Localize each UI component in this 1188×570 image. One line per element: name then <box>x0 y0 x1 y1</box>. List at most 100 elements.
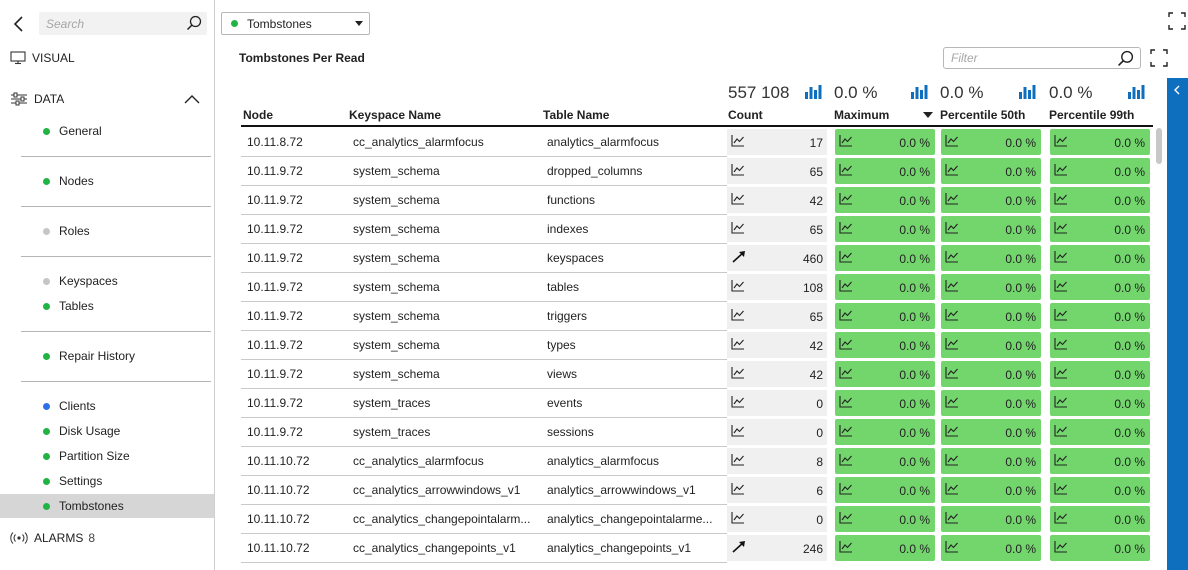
summary-maximum-chart-button[interactable] <box>910 82 930 104</box>
line-chart-icon[interactable] <box>1054 453 1068 469</box>
sidebar-item-tables[interactable]: Tables <box>0 294 214 318</box>
table-row[interactable]: 10.11.10.72 cc_analytics_alarmfocus analyt… <box>241 447 1153 476</box>
line-chart-icon[interactable] <box>731 192 745 208</box>
line-chart-icon[interactable] <box>945 424 959 440</box>
line-chart-icon[interactable] <box>731 337 745 353</box>
table-row[interactable]: 10.11.9.72 system_schema keyspaces 460 0.0 %… <box>241 244 1153 273</box>
line-chart-icon[interactable] <box>839 221 853 237</box>
line-chart-icon[interactable] <box>839 482 853 498</box>
line-chart-icon[interactable] <box>945 221 959 237</box>
line-chart-icon[interactable] <box>839 511 853 527</box>
panel-fullscreen-button[interactable] <box>1150 49 1168 70</box>
line-chart-icon[interactable] <box>839 250 853 266</box>
line-chart-icon[interactable] <box>1054 250 1068 266</box>
table-row[interactable]: 10.11.10.72 cc_analytics_changepointalarm… <box>241 505 1153 534</box>
chevron-up-icon[interactable] <box>184 92 200 109</box>
line-chart-icon[interactable] <box>731 163 745 179</box>
line-chart-icon[interactable] <box>1054 337 1068 353</box>
line-chart-icon[interactable] <box>1054 279 1068 295</box>
line-chart-icon[interactable] <box>1054 366 1068 382</box>
table-row[interactable]: 10.11.9.72 system_schema functions 42 0.0 % 0… <box>241 186 1153 215</box>
table-row[interactable]: 10.11.10.72 cc_analytics_changepoints_v1 a… <box>241 534 1153 563</box>
line-chart-icon[interactable] <box>731 366 745 382</box>
line-chart-icon[interactable] <box>839 395 853 411</box>
column-header-p50[interactable]: Percentile 50th <box>940 108 1025 122</box>
line-chart-icon[interactable] <box>1054 163 1068 179</box>
sidebar-item-tombstones[interactable]: Tombstones <box>0 494 214 518</box>
line-chart-icon[interactable] <box>945 279 959 295</box>
line-chart-icon[interactable] <box>731 308 745 324</box>
line-chart-icon[interactable] <box>1054 308 1068 324</box>
column-header-maximum[interactable]: Maximum <box>834 108 889 122</box>
line-chart-icon[interactable] <box>839 163 853 179</box>
line-chart-icon[interactable] <box>945 366 959 382</box>
line-chart-icon[interactable] <box>839 453 853 469</box>
line-chart-icon[interactable] <box>839 308 853 324</box>
line-chart-icon[interactable] <box>945 395 959 411</box>
line-chart-icon[interactable] <box>945 308 959 324</box>
table-row[interactable]: 10.11.9.72 system_schema indexes 65 0.0 % 0.0… <box>241 215 1153 244</box>
search-icon[interactable] <box>1117 50 1134 70</box>
line-chart-icon[interactable] <box>839 337 853 353</box>
line-chart-icon[interactable] <box>945 192 959 208</box>
fullscreen-button[interactable] <box>1168 12 1186 33</box>
line-chart-icon[interactable] <box>731 424 745 440</box>
trend-up-arrow-icon[interactable] <box>731 250 747 266</box>
table-row[interactable]: 10.11.9.72 system_schema views 42 0.0 % 0.0 %… <box>241 360 1153 389</box>
table-row[interactable]: 10.11.9.72 system_traces events 0 0.0 % 0.0 %… <box>241 389 1153 418</box>
line-chart-icon[interactable] <box>839 540 853 556</box>
search-icon[interactable] <box>186 15 202 34</box>
line-chart-icon[interactable] <box>731 134 745 150</box>
section-visual[interactable]: VISUAL <box>10 51 75 65</box>
line-chart-icon[interactable] <box>1054 134 1068 150</box>
column-header-table[interactable]: Table Name <box>543 108 609 122</box>
line-chart-icon[interactable] <box>1054 511 1068 527</box>
sidebar-item-settings[interactable]: Settings <box>0 469 214 493</box>
column-header-node[interactable]: Node <box>243 108 273 122</box>
sidebar-item-nodes[interactable]: Nodes <box>0 169 214 193</box>
line-chart-icon[interactable] <box>945 453 959 469</box>
line-chart-icon[interactable] <box>839 279 853 295</box>
trend-up-arrow-icon[interactable] <box>731 540 747 556</box>
table-row[interactable]: 10.11.9.72 system_schema tables 108 0.0 % 0.0… <box>241 273 1153 302</box>
summary-count-chart-button[interactable] <box>804 82 824 104</box>
sidebar-item-partition-size[interactable]: Partition Size <box>0 444 214 468</box>
line-chart-icon[interactable] <box>1054 424 1068 440</box>
line-chart-icon[interactable] <box>1054 192 1068 208</box>
sidebar-item-keyspaces[interactable]: Keyspaces <box>0 269 214 293</box>
table-row[interactable]: 10.11.8.72 cc_analytics_alarmfocus analyti… <box>241 128 1153 157</box>
section-data[interactable]: DATA <box>10 92 200 106</box>
sidebar-item-disk-usage[interactable]: Disk Usage <box>0 419 214 443</box>
line-chart-icon[interactable] <box>731 221 745 237</box>
line-chart-icon[interactable] <box>945 540 959 556</box>
line-chart-icon[interactable] <box>945 134 959 150</box>
summary-p50-chart-button[interactable] <box>1018 82 1038 104</box>
filter-input[interactable] <box>944 48 1109 68</box>
table-row[interactable]: 10.11.9.72 system_traces sessions 0 0.0 % 0.0… <box>241 418 1153 447</box>
line-chart-icon[interactable] <box>1054 395 1068 411</box>
column-header-p99[interactable]: Percentile 99th <box>1049 108 1134 122</box>
line-chart-icon[interactable] <box>731 482 745 498</box>
section-alarms[interactable]: ALARMS 8 <box>10 531 95 545</box>
column-header-count[interactable]: Count <box>728 108 763 122</box>
back-button[interactable] <box>10 13 30 35</box>
line-chart-icon[interactable] <box>1054 540 1068 556</box>
table-row[interactable]: 10.11.9.72 system_schema dropped_columns 65… <box>241 157 1153 186</box>
sidebar-item-repair-history[interactable]: Repair History <box>0 344 214 368</box>
summary-p99-chart-button[interactable] <box>1127 82 1147 104</box>
line-chart-icon[interactable] <box>945 250 959 266</box>
line-chart-icon[interactable] <box>1054 221 1068 237</box>
line-chart-icon[interactable] <box>731 279 745 295</box>
column-header-keyspace[interactable]: Keyspace Name <box>349 108 441 122</box>
line-chart-icon[interactable] <box>839 134 853 150</box>
line-chart-icon[interactable] <box>945 511 959 527</box>
line-chart-icon[interactable] <box>731 395 745 411</box>
line-chart-icon[interactable] <box>945 163 959 179</box>
line-chart-icon[interactable] <box>839 192 853 208</box>
sidebar-item-roles[interactable]: Roles <box>0 219 214 243</box>
side-panel-toggle[interactable] <box>1167 78 1188 570</box>
sidebar-search-input[interactable] <box>39 12 179 35</box>
line-chart-icon[interactable] <box>945 337 959 353</box>
table-row[interactable]: 10.11.9.72 system_schema triggers 65 0.0 % 0.… <box>241 302 1153 331</box>
sidebar-item-general[interactable]: General <box>0 119 214 143</box>
